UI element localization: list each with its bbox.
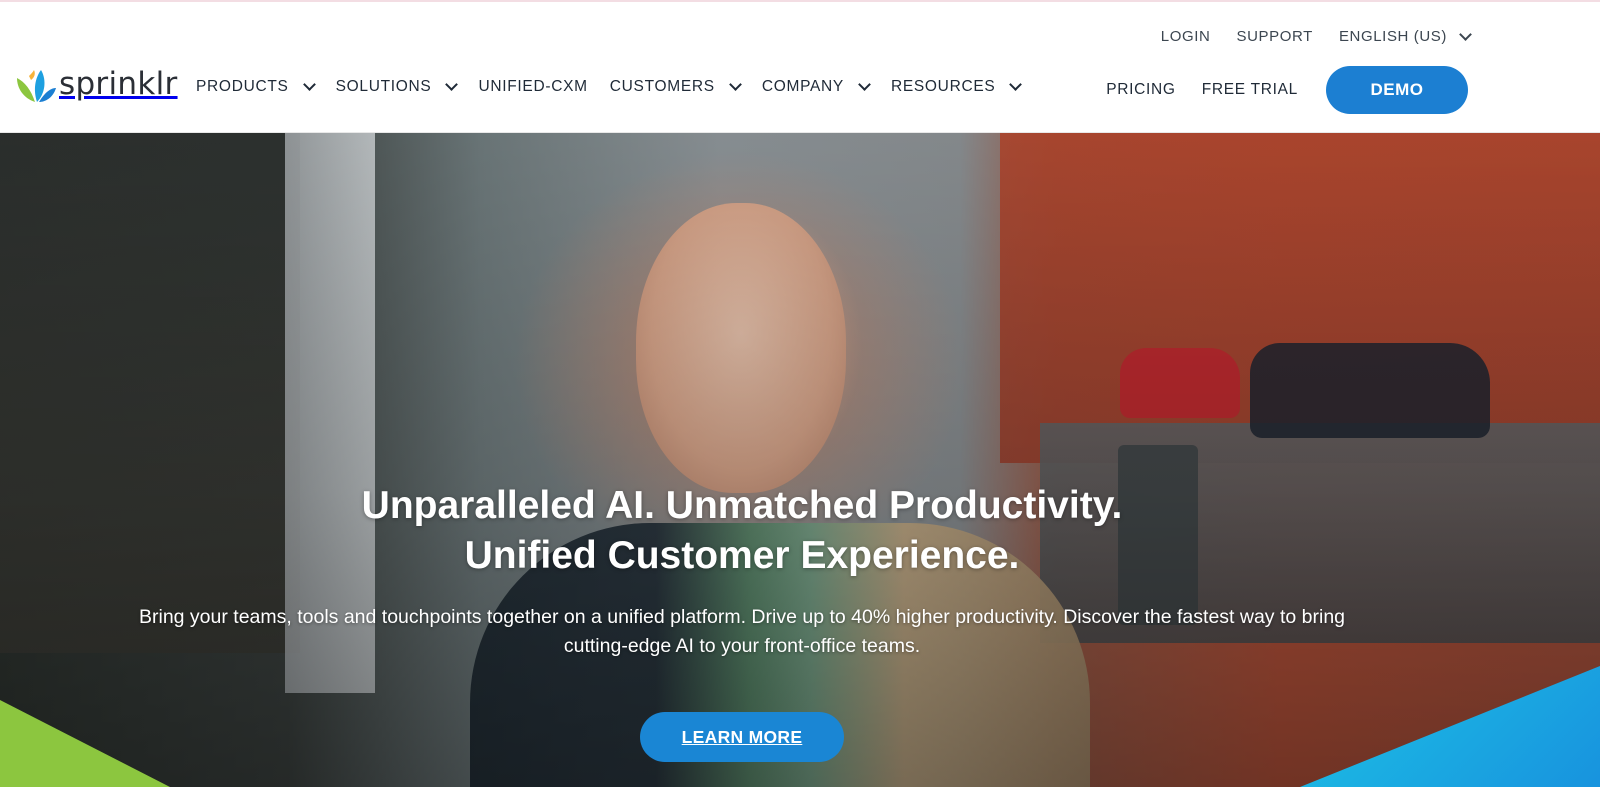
nav-customers[interactable]: CUSTOMERS	[609, 78, 742, 96]
chevron-down-icon	[445, 78, 459, 91]
hero-title-line2: Unified Customer Experience.	[464, 534, 1020, 577]
chevron-down-icon	[858, 78, 871, 91]
chevron-down-icon	[1459, 27, 1472, 41]
chevron-down-icon	[302, 78, 316, 91]
nav-resources[interactable]: RESOURCES	[890, 78, 1023, 96]
free-trial-link[interactable]: FREE TRIAL	[1202, 81, 1298, 99]
support-link[interactable]: SUPPORT	[1236, 28, 1312, 45]
nav-customers-label: CUSTOMERS	[609, 78, 715, 95]
chevron-down-icon	[1009, 78, 1023, 91]
hero-title: Unparalleled AI. Unmatched Productivity.…	[0, 481, 1484, 581]
nav-solutions[interactable]: SOLUTIONS	[335, 78, 459, 96]
site-header: LOGIN SUPPORT ENGLISH (US) sprinklr PROD…	[0, 2, 1600, 133]
language-selector[interactable]: ENGLISH (US)	[1338, 27, 1472, 45]
hero-subtitle: Bring your teams, tools and touchpoints …	[138, 606, 1346, 657]
right-nav: PRICING FREE TRIAL DEMO	[1106, 66, 1468, 114]
nav-resources-label: RESOURCES	[890, 78, 996, 95]
nav-unified-cxm-label: UNIFIED-CXM	[478, 78, 588, 95]
nav-company[interactable]: COMPANY	[761, 78, 871, 96]
language-label: ENGLISH (US)	[1338, 28, 1447, 45]
utility-nav: LOGIN SUPPORT ENGLISH (US)	[1161, 27, 1472, 45]
hero-section: Unparalleled AI. Unmatched Productivity.…	[0, 133, 1600, 787]
learn-more-button[interactable]: LEARN MORE	[640, 712, 844, 762]
nav-products[interactable]: PRODUCTS	[196, 78, 316, 96]
login-link[interactable]: LOGIN	[1161, 28, 1211, 45]
nav-solutions-label: SOLUTIONS	[335, 78, 432, 95]
pricing-link[interactable]: PRICING	[1106, 81, 1176, 99]
main-nav: PRODUCTS SOLUTIONS UNIFIED-CXM CUSTOMERS…	[196, 78, 1023, 96]
hero-overlay	[0, 133, 1600, 787]
nav-products-label: PRODUCTS	[196, 78, 289, 95]
hero-title-line1: Unparalleled AI. Unmatched Productivity.	[361, 484, 1123, 527]
demo-button[interactable]: DEMO	[1326, 66, 1468, 114]
nav-company-label: COMPANY	[761, 78, 844, 95]
green-swoosh-decoration	[0, 700, 170, 787]
chevron-down-icon	[728, 78, 742, 91]
logo-wordmark: sprinklr	[59, 66, 178, 102]
nav-unified-cxm[interactable]: UNIFIED-CXM	[478, 78, 587, 96]
sprinklr-logo[interactable]: sprinklr	[15, 66, 178, 104]
sprinklr-leaf-icon	[17, 70, 56, 102]
